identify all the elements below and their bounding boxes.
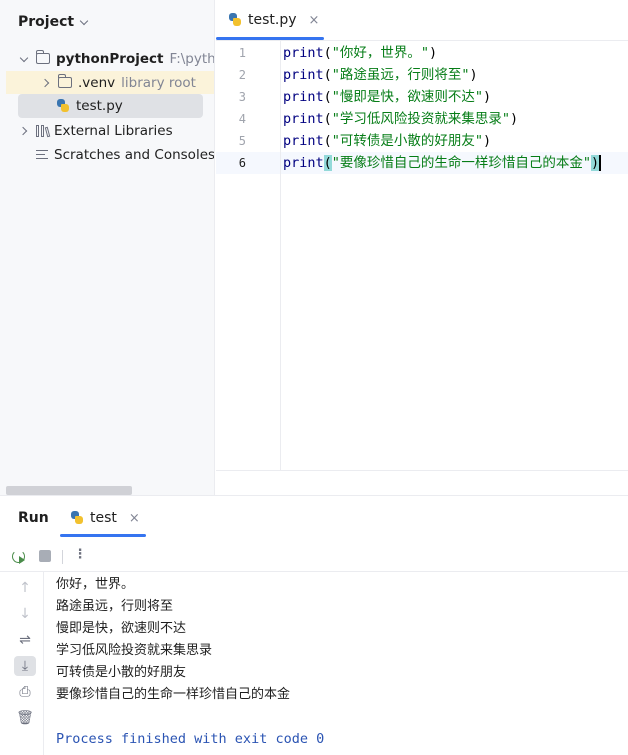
code-line[interactable]: print("路途虽远，行则将至") [283,64,478,86]
open-paren: ( [323,45,332,61]
trash-icon[interactable]: 🗑 [14,708,36,728]
keyword-print: print [283,133,324,149]
code-editor: test.py × 1 2 3 4 5 6 print("你好，世界。") pr… [216,0,628,495]
close-paren: ) [469,67,478,83]
close-paren: ) [510,111,519,127]
python-file-icon [228,13,242,27]
console-line: 可转债是小散的好朋友 [56,665,187,680]
string-literal: "路途虽远，行则将至" [331,67,470,83]
open-paren: ( [323,111,332,127]
arrow-down-icon[interactable]: ↓ [14,604,36,624]
tree-item-label: test.py [76,98,123,114]
tree-item-venv[interactable]: .venv library root [6,71,214,94]
process-exit-message: Process finished with exit code 0 [56,731,325,747]
soft-wrap-icon[interactable]: ⇌ [14,630,36,650]
line-number: 1 [238,46,246,60]
text-caret [599,155,601,171]
tree-item-test-py[interactable]: test.py [18,94,203,118]
rerun-icon[interactable] [11,548,27,564]
keyword-print: print [283,67,324,83]
print-icon[interactable]: ⎙ [14,682,36,702]
line-number: 5 [238,134,246,148]
string-literal: "要像珍惜自己的生命一样珍惜自己的本金" [331,155,592,171]
console-line: 慢即是快，欲速则不达 [56,621,187,636]
console-line: 路途虽远，行则将至 [56,599,174,614]
toolbar-separator [62,550,63,564]
tree-item-path-hint: F:\pythonI [169,50,215,67]
code-line[interactable]: print("可转债是小散的好朋友") [283,130,491,152]
ide-top-area: Project pythonProject F:\pythonI .venv l… [0,0,628,495]
close-icon[interactable]: × [309,13,320,28]
code-line[interactable]: print("慢即是快，欲速则不达") [283,86,491,108]
line-number: 4 [238,112,246,126]
line-number-gutter: 1 2 3 4 5 6 [216,41,281,471]
line-number: 6 [238,156,246,170]
code-line[interactable]: print("你好，世界。") [283,42,437,64]
code-line-current[interactable]: print("要像珍惜自己的生命一样珍惜自己的本金") [283,152,601,174]
libraries-icon [36,124,51,137]
string-literal: "慢即是快，欲速则不达" [331,89,484,105]
tree-item-label: External Libraries [54,122,173,139]
project-panel-title: Project [18,14,75,30]
code-line[interactable]: print("学习低风险投资就来集思录") [283,108,518,130]
editor-bottom-divider [216,470,628,471]
open-paren: ( [323,67,332,83]
folder-icon [58,74,72,88]
more-options-icon[interactable]: ⋮ [72,548,88,564]
run-tool-window: Run test × ⋮ ↑ ↓ ⇌ ⤓ ⎙ 🗑 你好，世界。 路途虽远，行则将… [0,495,628,755]
close-icon[interactable]: × [129,511,140,526]
close-paren: ) [483,89,492,105]
line-number: 2 [238,68,246,82]
arrow-up-icon[interactable]: ↑ [14,578,36,598]
editor-tab-test-py[interactable]: test.py × [228,12,319,28]
folder-icon [36,50,50,64]
tree-item-label: .venv [78,74,116,91]
tree-item-project-root[interactable]: pythonProject F:\pythonI [18,47,215,70]
project-panel-header[interactable]: Project [18,12,90,32]
close-paren: ) [483,133,492,149]
close-paren-matched: ) [591,155,600,171]
console-side-toolbar: ↑ ↓ ⇌ ⤓ ⎙ 🗑 [0,572,44,755]
tree-item-external-libraries[interactable]: External Libraries [18,119,173,142]
tree-item-hint: library root [121,74,196,91]
string-literal: "学习低风险投资就来集思录" [331,111,511,127]
run-tab-label: test [90,510,117,526]
horizontal-scrollbar[interactable] [6,486,132,495]
keyword-print: print [283,111,324,127]
tree-item-label: Scratches and Consoles [54,146,215,163]
run-panel-title: Run [18,510,49,526]
string-literal: "可转债是小散的好朋友" [331,133,484,149]
open-paren: ( [323,133,332,149]
editor-tab-label: test.py [248,12,297,28]
line-number: 3 [238,90,246,104]
close-paren: ) [429,45,438,61]
chevron-down-icon[interactable] [18,53,30,65]
tree-item-label: pythonProject [56,50,164,67]
keyword-print: print [283,155,324,171]
run-toolbar: ⋮ [0,541,628,572]
chevron-right-icon[interactable] [40,77,52,89]
chevron-down-icon [78,16,90,28]
open-paren-matched: ( [323,155,332,171]
python-file-icon [56,99,70,113]
python-file-icon [70,511,84,525]
string-literal: "你好，世界。" [331,45,430,61]
console-line: 你好，世界。 [56,577,135,592]
chevron-right-icon[interactable] [18,125,30,137]
tree-item-scratches[interactable]: Scratches and Consoles [36,143,215,166]
active-tab-indicator [216,37,324,40]
keyword-print: print [283,89,324,105]
console-line: 学习低风险投资就来集思录 [56,643,213,658]
project-tool-window: Project pythonProject F:\pythonI .venv l… [0,0,215,495]
stop-icon[interactable] [37,548,53,564]
active-tab-indicator [60,534,146,537]
scroll-to-end-icon[interactable]: ⤓ [14,656,36,676]
scratches-icon [36,149,50,161]
console-line: 要像珍惜自己的生命一样珍惜自己的本金 [56,687,291,702]
editor-tab-bar: test.py × [216,0,628,41]
keyword-print: print [283,45,324,61]
run-tab-test[interactable]: test × [70,510,140,526]
open-paren: ( [323,89,332,105]
